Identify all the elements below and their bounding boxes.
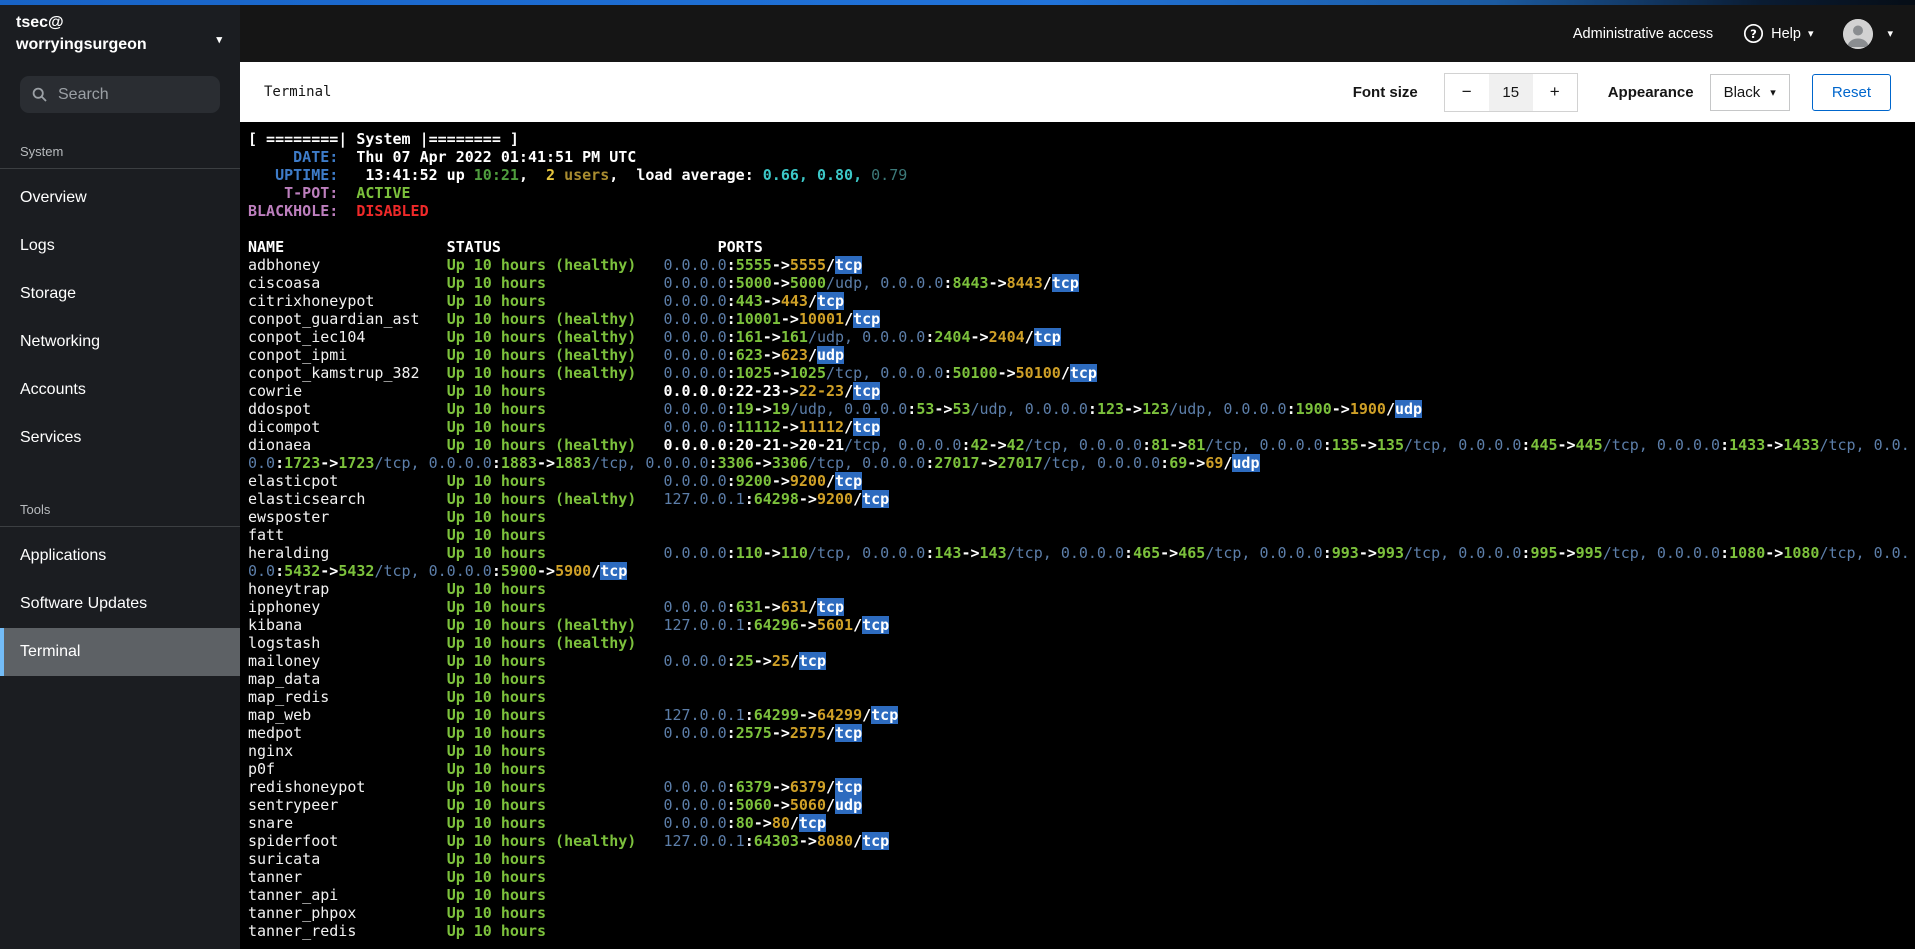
sidebar-item-software-updates[interactable]: Software Updates	[0, 580, 240, 628]
sidebar-item-overview[interactable]: Overview	[0, 174, 240, 222]
font-size-value: 15	[1488, 73, 1533, 111]
sidebar: System OverviewLogsStorageNetworkingAccou…	[0, 62, 240, 949]
font-size-decrease-button[interactable]: −	[1444, 73, 1489, 111]
chevron-down-icon: ▾	[1887, 28, 1893, 40]
sidebar-item-accounts[interactable]: Accounts	[0, 366, 240, 414]
help-menu[interactable]: ? Help ▾	[1743, 23, 1813, 44]
appearance-value: Black	[1723, 83, 1761, 101]
chevron-down-icon: ▾	[1807, 28, 1814, 40]
sidebar-nav: System Overview Logs Storage Networking Accou…	[0, 134, 240, 676]
avatar	[1843, 18, 1874, 49]
search-icon	[32, 87, 47, 102]
terminal-output: [ ========| System |======== ] DATE: Thu…	[248, 130, 1910, 940]
search-input[interactable]	[56, 84, 208, 105]
session-menu[interactable]: ▾	[1843, 18, 1893, 49]
brand-user: tsec@	[16, 14, 64, 31]
host-switcher[interactable]: tsec@ worryingsurgeon ▾	[0, 5, 240, 62]
question-circle-icon: ?	[1743, 23, 1764, 44]
chevron-down-icon: ▾	[216, 34, 222, 46]
sidebar-item-networking[interactable]: Networking	[0, 318, 240, 366]
appearance-label: Appearance	[1607, 83, 1694, 101]
brand-host: worryingsurgeon	[16, 36, 147, 53]
appearance-select[interactable]: Black ▾	[1709, 73, 1790, 111]
help-label: Help	[1771, 25, 1801, 42]
sidebar-item-storage[interactable]: Storage	[0, 270, 240, 318]
reset-button[interactable]: Reset	[1811, 73, 1891, 111]
font-size-increase-button[interactable]: +	[1532, 73, 1577, 111]
admin-access-button[interactable]: Administrative access	[1573, 26, 1713, 42]
chevron-down-icon: ▾	[1770, 86, 1776, 99]
font-size-stepper: − 15 +	[1443, 72, 1578, 112]
svg-text:?: ?	[1750, 27, 1757, 41]
sidebar-item-logs[interactable]: Logs	[0, 222, 240, 270]
nav-section-title: Tools	[0, 492, 240, 527]
terminal-toolbar: Terminal Font size − 15 + Appearance Bla…	[240, 62, 1915, 122]
masthead-actions: Administrative access ? Help ▾ ▾	[1573, 5, 1893, 62]
sidebar-item-applications[interactable]: Applications	[0, 532, 240, 580]
masthead: tsec@ worryingsurgeon ▾ Administrative a…	[0, 5, 1915, 62]
terminal-screen[interactable]: [ ========| System |======== ] DATE: Thu…	[240, 122, 1915, 949]
sidebar-item-terminal[interactable]: Terminal	[0, 628, 240, 676]
sidebar-search[interactable]	[20, 76, 220, 113]
page-title: Terminal	[264, 84, 332, 100]
font-size-label: Font size	[1352, 83, 1418, 101]
nav-section-title: System	[0, 134, 240, 169]
sidebar-item-services[interactable]: Services	[0, 414, 240, 462]
